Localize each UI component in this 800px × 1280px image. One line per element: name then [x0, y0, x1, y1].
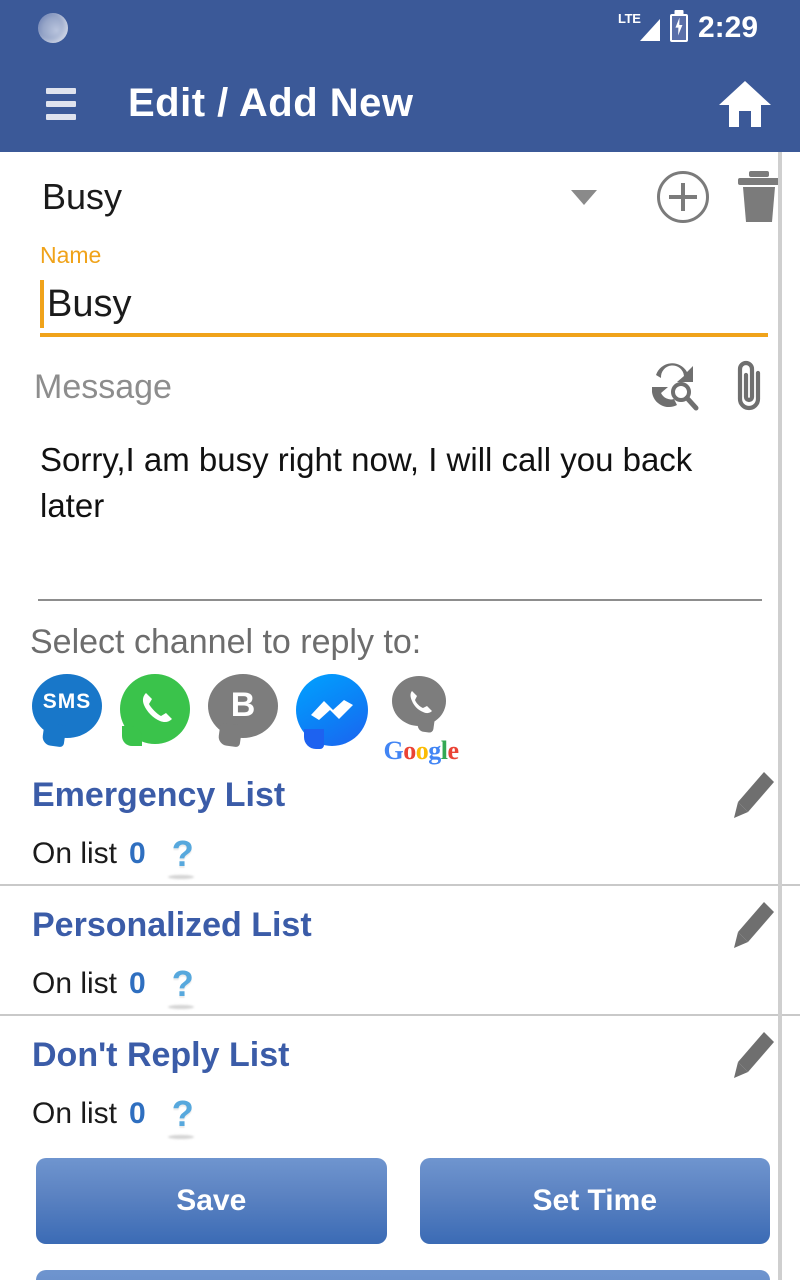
channel-sms[interactable]: SMS: [30, 674, 104, 756]
channel-section-title: Select channel to reply to:: [30, 623, 422, 661]
signal-triangle: [639, 18, 660, 41]
paperclip-glyph: [737, 360, 761, 410]
list-count-row: On list 0 ?: [32, 966, 776, 1002]
on-list-label: On list: [32, 967, 118, 1000]
status-bar-right: LTE 2:29: [618, 11, 780, 45]
refresh-search-glyph: [652, 362, 699, 410]
sms-label: SMS: [42, 690, 92, 713]
list-count-row: On list 0 ?: [32, 1096, 776, 1132]
hamburger-bar: [46, 100, 76, 107]
list-title: Don't Reply List: [32, 1035, 290, 1074]
message-field-label: Message: [34, 367, 172, 406]
message-actions: [644, 357, 770, 418]
question-mark-icon[interactable]: ?: [172, 836, 194, 872]
list-header: Don't Reply List: [32, 1030, 776, 1080]
vertical-scrollbar[interactable]: [778, 152, 782, 1280]
question-mark-icon[interactable]: ?: [172, 1096, 194, 1132]
name-field-block: Name Busy: [0, 242, 800, 337]
app-bar: Edit / Add New: [0, 55, 800, 152]
list-header: Personalized List: [32, 900, 776, 950]
list-section-personalized: Personalized List On list 0 ?: [0, 886, 800, 1016]
page-title: Edit / Add New: [128, 81, 414, 125]
channel-block: Select channel to reply to: SMS B Google: [0, 601, 800, 764]
channel-icon-row: SMS B Google: [30, 674, 800, 764]
name-input-value: Busy: [47, 282, 132, 325]
hamburger-menu-icon[interactable]: [46, 87, 76, 120]
hamburger-bar: [46, 87, 76, 94]
chevron-down-icon[interactable]: [571, 189, 597, 205]
signal-bars-icon: LTE: [618, 11, 660, 45]
pencil-icon[interactable]: [730, 1030, 776, 1080]
trash-icon[interactable]: [736, 170, 782, 224]
channel-google-voice[interactable]: Google: [382, 674, 459, 764]
status-bar-left: [38, 12, 68, 43]
on-list-count: 0: [129, 1097, 146, 1130]
text-cursor: [40, 280, 44, 328]
plus-circle-icon[interactable]: [657, 171, 709, 223]
battery-charging-icon: [669, 13, 688, 42]
pencil-icon[interactable]: [730, 900, 776, 950]
home-glyph: [719, 80, 771, 127]
pencil-glyph: [734, 902, 774, 948]
action-button-row: Save Set Time: [0, 1144, 800, 1244]
messenger-bolt-glyph: [311, 700, 353, 720]
home-icon[interactable]: [718, 79, 772, 129]
profile-selector-row: Busy: [0, 152, 800, 242]
channel-messenger[interactable]: [294, 674, 368, 756]
question-mark-icon[interactable]: ?: [172, 966, 194, 1002]
channel-whatsapp[interactable]: [118, 674, 192, 756]
list-header: Emergency List: [32, 770, 776, 820]
whatsapp-handset-glyph: [142, 693, 172, 723]
list-title: Emergency List: [32, 775, 286, 814]
google-voice-handset-glyph: [410, 691, 432, 714]
scroll-content: Busy Name Busy Message Sorry,I am busy r…: [0, 152, 800, 1280]
message-input-value[interactable]: Sorry,I am busy right now, I will call y…: [34, 415, 770, 575]
trash-glyph: [738, 171, 780, 222]
bbm-label: B: [230, 686, 256, 724]
refresh-search-icon[interactable]: [644, 359, 700, 416]
app-root: LTE 2:29 Edit / Add New Busy Name Busy M…: [0, 0, 800, 1280]
pencil-icon[interactable]: [730, 770, 776, 820]
message-field-block: Message Sorry,I am busy right now, I wil…: [0, 337, 800, 601]
list-section-dont-reply: Don't Reply List On list 0 ?: [0, 1016, 800, 1144]
channel-bbm[interactable]: B: [206, 674, 280, 756]
network-type-label: LTE: [617, 10, 641, 26]
hamburger-bar: [46, 113, 76, 120]
name-input[interactable]: Busy: [40, 275, 768, 337]
list-count-row: On list 0 ?: [32, 836, 776, 872]
list-title: Personalized List: [32, 905, 312, 944]
message-header: Message: [34, 359, 770, 415]
paperclip-icon[interactable]: [730, 357, 770, 418]
set-time-button[interactable]: Set Time: [419, 1158, 770, 1244]
on-list-count: 0: [129, 837, 146, 870]
status-bar: LTE 2:29: [0, 0, 800, 55]
third-action-button[interactable]: [36, 1270, 770, 1280]
list-section-emergency: Emergency List On list 0 ?: [0, 756, 800, 886]
pencil-glyph: [734, 1032, 774, 1078]
pencil-glyph: [734, 772, 774, 818]
name-field-label: Name: [40, 242, 102, 268]
circle-notification-icon: [38, 12, 68, 43]
save-button[interactable]: Save: [36, 1158, 387, 1244]
on-list-label: On list: [32, 1097, 118, 1130]
status-bar-clock: 2:29: [697, 10, 758, 44]
on-list-count: 0: [129, 967, 146, 1000]
on-list-label: On list: [32, 837, 118, 870]
profile-dropdown[interactable]: Busy: [42, 176, 122, 218]
